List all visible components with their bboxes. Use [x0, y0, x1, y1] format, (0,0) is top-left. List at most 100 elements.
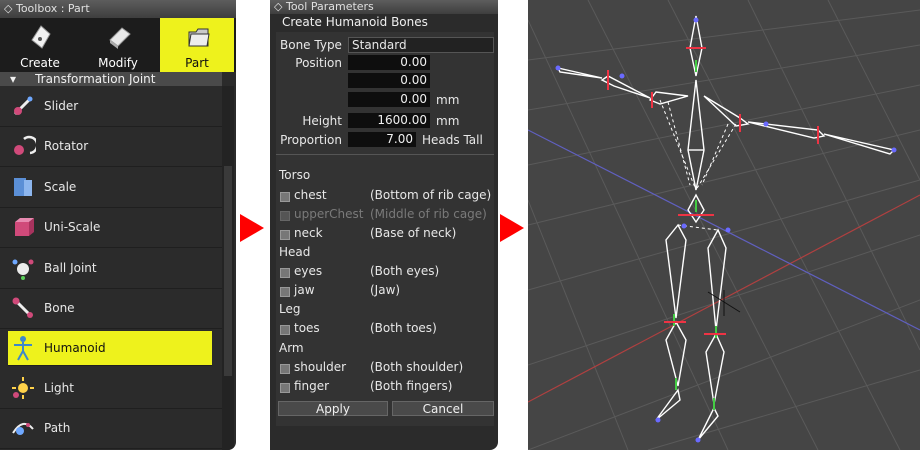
neck-label: neck — [294, 226, 323, 240]
uni-scale-joint-icon — [15, 218, 34, 237]
toolbox-panel: ◇ Toolbox : Part Create Modify Part ▾ Tr… — [0, 0, 236, 450]
upper-chest-desc: (Middle of rib cage) — [370, 207, 487, 221]
toolbox-tabs: Create Modify Part — [0, 18, 236, 72]
toolbox-item-bone[interactable]: Bone — [0, 289, 222, 329]
slider-joint-icon — [13, 96, 33, 115]
chest-desc: (Bottom of rib cage) — [370, 188, 492, 202]
group-torso-label: Torso — [279, 168, 311, 182]
bone-type-select[interactable]: Standard — [348, 37, 494, 53]
params-title-text: Tool Parameters — [285, 0, 374, 13]
eyes-label: eyes — [294, 264, 323, 278]
chest-label: chest — [294, 188, 327, 202]
toolbox-item-path[interactable]: Path — [0, 409, 222, 449]
jaw-desc: (Jaw) — [370, 283, 401, 297]
panel-diamond-icon: ◇ — [274, 0, 286, 13]
group-arm-label: Arm — [279, 341, 304, 355]
toolbox-item-label: Humanoid — [44, 341, 106, 355]
toolbox-item-ball-joint[interactable]: Ball Joint — [0, 248, 222, 289]
toolbox-item-label: Uni-Scale — [44, 220, 101, 235]
toolbox-item-label: Path — [44, 421, 71, 436]
height-unit: mm — [436, 114, 460, 128]
chest-checkbox[interactable] — [280, 192, 290, 202]
shoulder-label: shoulder — [294, 360, 347, 374]
finger-desc: (Both fingers) — [370, 379, 453, 393]
params-subtitle: Create Humanoid Bones — [282, 15, 428, 29]
rotator-joint-icon — [14, 136, 36, 156]
position-unit: mm — [436, 93, 460, 107]
humanoid-icon — [14, 336, 32, 361]
toolbox-item-scale[interactable]: Scale — [0, 167, 222, 208]
height-label: Height — [302, 114, 342, 128]
shoulder-checkbox[interactable] — [280, 364, 290, 374]
position-z-field[interactable]: 0.00 — [348, 92, 430, 107]
toes-desc: (Both toes) — [370, 321, 437, 335]
scale-joint-icon — [14, 177, 32, 196]
apply-button[interactable]: Apply — [278, 401, 388, 416]
folder-icon — [188, 28, 210, 47]
upper-chest-checkbox[interactable] — [280, 211, 290, 221]
position-y-field[interactable]: 0.00 — [348, 73, 430, 88]
bone-icon — [12, 297, 33, 319]
params-body: Bone Type Standard Position 0.00 0.00 0.… — [276, 32, 494, 426]
tab-part-label: Part — [185, 56, 209, 70]
panel-diamond-icon: ◇ — [4, 2, 16, 15]
toolbox-item-label: Rotator — [44, 139, 89, 154]
toolbox-item-slider[interactable]: Slider — [0, 86, 222, 127]
toolbox-item-label: Ball Joint — [44, 260, 97, 275]
light-icon — [12, 376, 34, 399]
height-field[interactable]: 1600.00 — [348, 113, 430, 128]
params-title: ◇ Tool Parameters — [270, 0, 498, 14]
toolbox-title: ◇ Toolbox : Part — [0, 0, 236, 18]
proportion-field[interactable]: 7.00 — [348, 132, 416, 147]
joint-gizmos — [555, 17, 897, 443]
eyes-desc: (Both eyes) — [370, 264, 440, 278]
proportion-unit: Heads Tall — [422, 133, 483, 147]
group-leg-label: Leg — [279, 302, 301, 316]
divider — [276, 154, 494, 155]
pen-nib-icon — [31, 25, 51, 49]
bone-type-label: Bone Type — [280, 38, 342, 52]
3d-viewport[interactable] — [528, 0, 920, 450]
arrow-right-icon — [240, 214, 264, 242]
floor-grid — [528, 0, 920, 450]
collapse-triangle-icon: ▾ — [10, 72, 20, 86]
scrollbar-thumb[interactable] — [224, 166, 232, 376]
jaw-label: jaw — [294, 283, 315, 297]
toolbox-item-label: Bone — [44, 301, 75, 316]
tool-parameters-panel: ◇ Tool Parameters Create Humanoid Bones … — [270, 0, 498, 450]
section-label: Transformation Joint — [35, 72, 156, 86]
finger-label: finger — [294, 379, 330, 393]
eraser-icon — [109, 27, 131, 49]
position-label: Position — [295, 56, 342, 70]
ball-joint-icon — [12, 259, 34, 280]
cancel-button[interactable]: Cancel — [392, 401, 494, 416]
viewport-scene — [528, 0, 920, 450]
toes-label: toes — [294, 321, 320, 335]
toes-checkbox[interactable] — [280, 325, 290, 335]
finger-checkbox[interactable] — [280, 383, 290, 393]
tab-create-label: Create — [20, 56, 60, 70]
spine-guide-lines — [659, 99, 737, 231]
toolbox-item-uni-scale[interactable]: Uni-Scale — [0, 208, 222, 248]
toolbox-item-rotator[interactable]: Rotator — [0, 127, 222, 167]
toolbox-item-humanoid[interactable]: Humanoid — [8, 331, 212, 366]
neck-desc: (Base of neck) — [370, 226, 457, 240]
neck-checkbox[interactable] — [280, 230, 290, 240]
tab-create[interactable]: Create — [2, 18, 78, 72]
toolbox-item-light[interactable]: Light — [0, 368, 222, 409]
tab-part[interactable]: Part — [160, 18, 234, 72]
eyes-checkbox[interactable] — [280, 268, 290, 278]
toolbox-scrollbar[interactable] — [222, 86, 234, 450]
toolbox-item-label: Scale — [44, 179, 77, 194]
toolbox-title-text: Toolbox : Part — [15, 2, 90, 15]
tab-modify[interactable]: Modify — [80, 18, 156, 72]
toolbox-item-label: Slider — [44, 98, 79, 113]
position-x-field[interactable]: 0.00 — [348, 55, 430, 70]
toolbox-item-list: Slider Rotator Scale Uni-Scale Ball Join… — [0, 86, 222, 449]
jaw-checkbox[interactable] — [280, 287, 290, 297]
toolbox-item-label: Light — [44, 380, 74, 395]
section-header[interactable]: ▾ Transformation Joint — [0, 72, 222, 86]
arrow-right-icon — [500, 214, 524, 242]
shoulder-desc: (Both shoulder) — [370, 360, 464, 374]
proportion-label: Proportion — [280, 133, 342, 147]
